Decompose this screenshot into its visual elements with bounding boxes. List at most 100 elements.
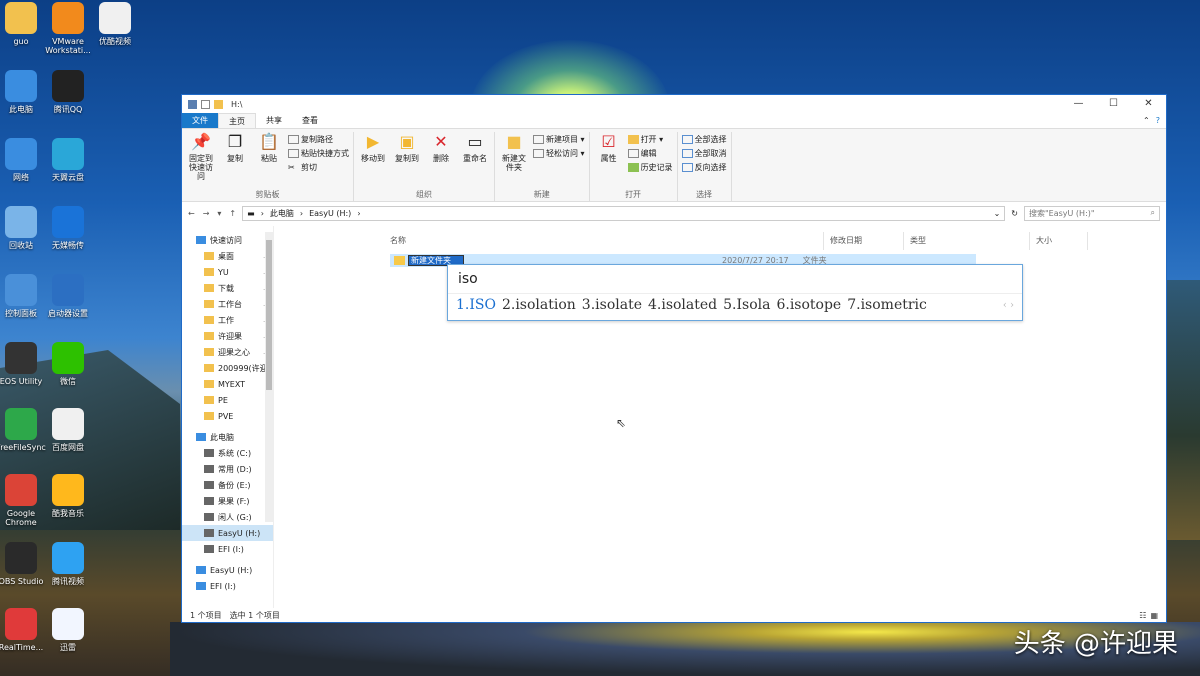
column-size[interactable]: 大小: [1030, 232, 1088, 250]
sidebar-item[interactable]: EFI (I:): [182, 578, 273, 594]
sidebar-item[interactable]: YU⊥: [182, 264, 273, 280]
sidebar-item[interactable]: PE: [182, 392, 273, 408]
sidebar-item[interactable]: EFI (I:): [182, 541, 273, 557]
ime-page-arrows[interactable]: ‹ ›: [1003, 300, 1014, 311]
cut-button[interactable]: ✂ 剪切: [288, 162, 349, 173]
new-folder-icon[interactable]: [214, 99, 223, 109]
sidebar-item[interactable]: 常用 (D:): [182, 461, 273, 477]
minimize-button[interactable]: —: [1061, 95, 1096, 113]
invert-selection-button[interactable]: 反向选择: [681, 162, 727, 173]
ime-candidate[interactable]: 2.isolation: [502, 297, 576, 313]
chevron-down-icon[interactable]: ▾: [217, 209, 221, 218]
sidebar-item[interactable]: EasyU (H:): [182, 525, 273, 541]
easy-access-button[interactable]: 轻松访问 ▾: [533, 148, 585, 159]
ime-candidate[interactable]: 5.Isola: [723, 297, 770, 313]
sidebar-item[interactable]: PVE: [182, 408, 273, 424]
video-icon: [52, 542, 84, 574]
desktop-icon[interactable]: 百度网盘: [37, 408, 99, 452]
sidebar-item[interactable]: 迎果之心⊥: [182, 344, 273, 360]
sidebar-item[interactable]: 闲人 (G:): [182, 509, 273, 525]
pin-button[interactable]: 📌 固定到快速访问: [186, 132, 216, 189]
sidebar-item[interactable]: EasyU (H:): [182, 562, 273, 578]
new-folder-button[interactable]: ■ 新建文件夹: [499, 132, 529, 189]
folder-icon: [204, 481, 214, 489]
tab-view[interactable]: 查看: [292, 113, 328, 128]
details-view-icon[interactable]: ☷: [1139, 611, 1146, 620]
move-to-button[interactable]: ▶ 移动到: [358, 132, 388, 189]
desktop-icon[interactable]: 优酷视频: [84, 2, 146, 46]
sidebar-item[interactable]: 200999(许迎果): [182, 360, 273, 376]
sidebar-item[interactable]: 许迎果⊥: [182, 328, 273, 344]
copy-to-button[interactable]: ▣ 复制到: [392, 132, 422, 189]
properties-button[interactable]: ☑ 属性: [594, 132, 624, 189]
paste-button[interactable]: 📋 粘贴: [254, 132, 284, 189]
desktop-icon[interactable]: 微信: [37, 342, 99, 386]
tab-home[interactable]: 主页: [218, 113, 256, 128]
desktop-icon[interactable]: 天翼云盘: [37, 138, 99, 182]
sidebar-item-label: 许迎果: [218, 331, 242, 341]
new-item-button[interactable]: 新建项目 ▾: [533, 134, 585, 145]
column-name[interactable]: 名称: [384, 232, 824, 250]
history-button[interactable]: 历史记录: [627, 162, 673, 173]
back-arrow-icon[interactable]: ←: [188, 209, 195, 218]
scrollbar-thumb[interactable]: [266, 240, 272, 390]
sidebar-item[interactable]: 桌面⊥: [182, 248, 273, 264]
obs-icon: [5, 542, 37, 574]
breadcrumb-drive[interactable]: EasyU (H:): [309, 209, 351, 218]
close-button[interactable]: ✕: [1131, 95, 1166, 113]
chevron-down-icon[interactable]: ⌄: [994, 209, 1001, 218]
desktop-icon[interactable]: 腾讯QQ: [37, 70, 99, 114]
column-date[interactable]: 修改日期: [824, 232, 904, 250]
copy-to-icon: ▣: [399, 132, 415, 151]
address-bar[interactable]: ▬ › 此电脑 › EasyU (H:) › ⌄: [242, 205, 1006, 221]
sidebar-item[interactable]: 果果 (F:): [182, 493, 273, 509]
ime-candidate[interactable]: 4.isolated: [648, 297, 717, 313]
search-input[interactable]: 搜索"EasyU (H:)" ⌕: [1024, 205, 1160, 221]
select-all-button[interactable]: 全部选择: [681, 134, 727, 145]
ime-candidate[interactable]: 3.isolate: [582, 297, 642, 313]
select-none-button[interactable]: 全部取消: [681, 148, 727, 159]
sidebar-item[interactable]: 工作⊥: [182, 312, 273, 328]
copy-path-button[interactable]: 复制路径: [288, 134, 349, 145]
tab-share[interactable]: 共享: [256, 113, 292, 128]
help-icon[interactable]: ?: [1156, 113, 1160, 128]
maximize-button[interactable]: ☐: [1096, 95, 1131, 113]
sidebar-item[interactable]: 系统 (C:): [182, 445, 273, 461]
properties-icon[interactable]: [201, 99, 210, 109]
paste-shortcut-button[interactable]: 粘贴快捷方式: [288, 148, 349, 159]
rename-button[interactable]: ▭ 重命名: [460, 132, 490, 189]
sidebar-item[interactable]: MYEXT: [182, 376, 273, 392]
folder-icon: [204, 449, 214, 457]
ime-candidate[interactable]: 6.isotope: [776, 297, 841, 313]
breadcrumb-computer[interactable]: 此电脑: [270, 208, 294, 219]
chevron-up-icon[interactable]: ⌃: [1143, 113, 1150, 128]
up-arrow-icon[interactable]: ↑: [229, 209, 236, 218]
search-placeholder: 搜索"EasyU (H:)": [1029, 208, 1095, 218]
ime-candidate[interactable]: 1.ISO: [456, 297, 496, 313]
open-button[interactable]: 打开 ▾: [627, 134, 673, 145]
sidebar-item[interactable]: 备份 (E:): [182, 477, 273, 493]
large-icons-view-icon[interactable]: ▦: [1150, 611, 1158, 620]
column-type[interactable]: 类型: [904, 232, 1030, 250]
refresh-icon[interactable]: ↻: [1011, 209, 1018, 218]
invert-icon: [681, 163, 693, 172]
sidebar-item[interactable]: 快速访问: [182, 232, 273, 248]
desktop-icon[interactable]: 启动器设置: [37, 274, 99, 318]
drive-icon: ▬: [247, 208, 255, 218]
sidebar-item[interactable]: 下载⊥: [182, 280, 273, 296]
edit-button[interactable]: 编辑: [627, 148, 673, 159]
desktop-icon[interactable]: 迅雷: [37, 608, 99, 652]
delete-button[interactable]: ✕ 删除: [426, 132, 456, 189]
sidebar-item[interactable]: 工作台⊥: [182, 296, 273, 312]
desktop-icon[interactable]: 腾讯视频: [37, 542, 99, 586]
copy-button[interactable]: ❐ 复制: [220, 132, 250, 189]
forward-arrow-icon[interactable]: →: [203, 209, 210, 218]
ribbon-tabs: 文件 主页 共享 查看 ⌃?: [182, 113, 1166, 128]
desktop-icon[interactable]: 无媒畅传: [37, 206, 99, 250]
tab-file[interactable]: 文件: [182, 113, 218, 128]
desktop-icon[interactable]: 酷我音乐: [37, 474, 99, 518]
sidebar-scrollbar[interactable]: [265, 232, 273, 522]
folder-icon[interactable]: [188, 99, 197, 109]
sidebar-item[interactable]: 此电脑: [182, 429, 273, 445]
ime-candidate[interactable]: 7.isometric: [847, 297, 927, 313]
